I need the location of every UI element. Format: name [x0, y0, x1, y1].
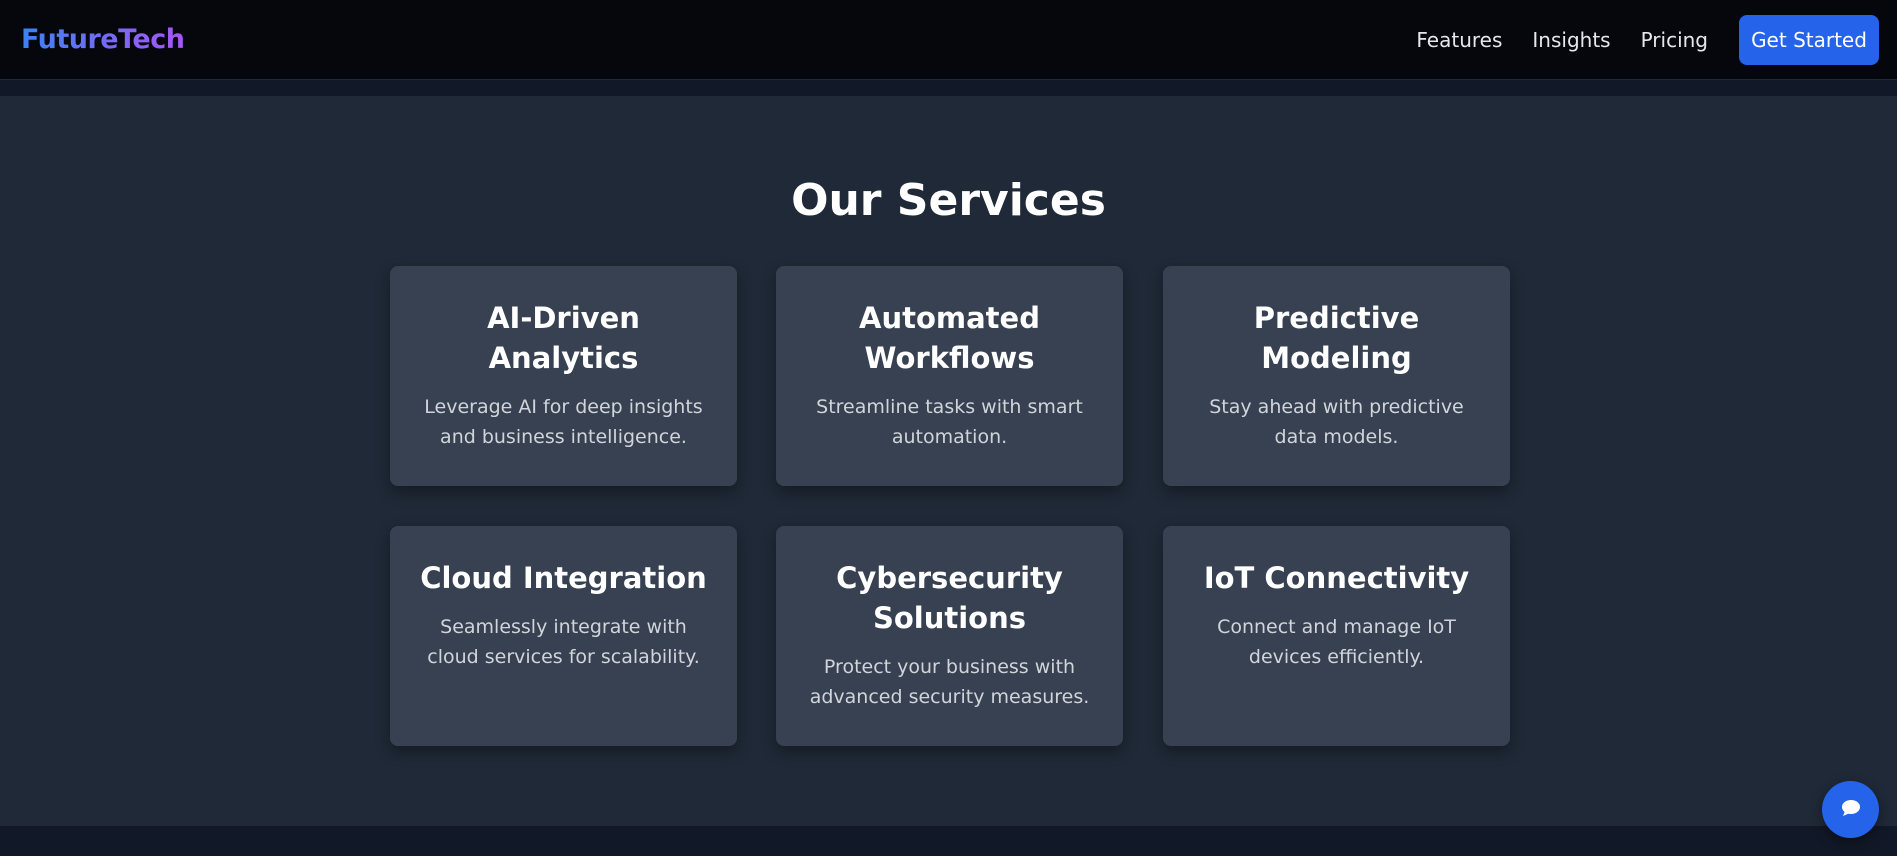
service-card-automated-workflows: Automated Workflows Streamline tasks wit…	[776, 266, 1123, 486]
service-card-cloud-integration: Cloud Integration Seamlessly integrate w…	[390, 526, 737, 746]
services-section: Our Services AI-Driven Analytics Leverag…	[0, 96, 1897, 826]
service-card-predictive-modeling: Predictive Modeling Stay ahead with pred…	[1163, 266, 1510, 486]
footer-strip	[0, 826, 1897, 856]
card-description: Leverage AI for deep insights and busine…	[424, 396, 703, 448]
nav-link-features[interactable]: Features	[1416, 28, 1502, 52]
service-card-ai-analytics: AI-Driven Analytics Leverage AI for deep…	[390, 266, 737, 486]
top-navbar: FutureTech Features Insights Pricing Get…	[0, 0, 1897, 80]
section-title: Our Services	[791, 175, 1106, 226]
card-description: Streamline tasks with smart automation.	[816, 396, 1083, 448]
card-title: Automated Workflows	[859, 301, 1040, 375]
card-title: Cloud Integration	[420, 561, 707, 595]
card-title: AI-Driven Analytics	[487, 301, 640, 375]
card-title: Cybersecurity Solutions	[836, 561, 1063, 635]
service-card-iot-connectivity: IoT Connectivity Connect and manage IoT …	[1163, 526, 1510, 746]
logo[interactable]: FutureTech	[21, 24, 185, 55]
card-title: Predictive Modeling	[1253, 301, 1420, 375]
card-description: Stay ahead with predictive data models.	[1209, 396, 1464, 448]
card-description: Protect your business with advanced secu…	[809, 656, 1090, 708]
get-started-button[interactable]: Get Started	[1739, 14, 1879, 65]
service-card-cybersecurity: Cybersecurity Solutions Protect your bus…	[776, 526, 1123, 746]
nav-link-insights[interactable]: Insights	[1532, 28, 1610, 52]
card-description: Seamlessly integrate with cloud services…	[427, 616, 700, 668]
nav-link-pricing[interactable]: Pricing	[1641, 28, 1708, 52]
card-description: Connect and manage IoT devices efficient…	[1217, 616, 1456, 668]
chat-button[interactable]	[1822, 781, 1879, 838]
card-title: IoT Connectivity	[1203, 561, 1470, 595]
nav-menu: Features Insights Pricing Get Started	[1416, 14, 1879, 65]
chat-bubble-icon	[1841, 799, 1861, 820]
